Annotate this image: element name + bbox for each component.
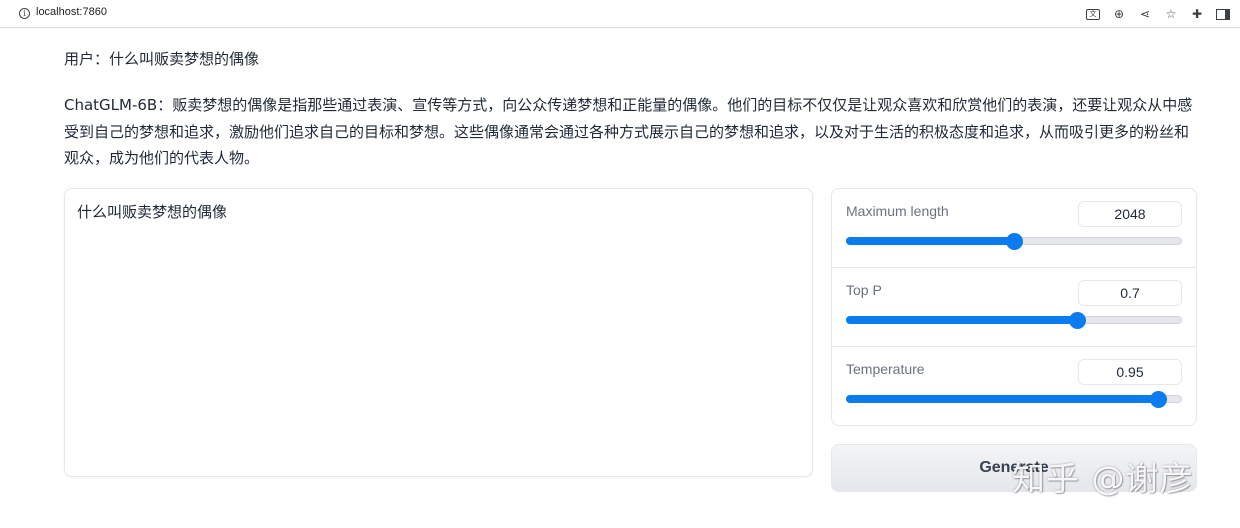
star-icon[interactable]: ☆ [1164, 5, 1178, 23]
slider-thumb[interactable] [1006, 233, 1023, 250]
sidepanel-icon[interactable] [1216, 8, 1230, 20]
slider-thumb[interactable] [1069, 312, 1087, 329]
top-p-value-input[interactable]: 0.7 [1078, 280, 1182, 306]
slider-temperature: Temperature 0.95 [832, 347, 1196, 425]
temperature-value-input[interactable]: 0.95 [1078, 359, 1182, 385]
max-length-slider[interactable] [846, 233, 1182, 250]
slider-max-length: Maximum length 2048 [832, 189, 1196, 268]
info-icon[interactable]: i [19, 8, 30, 19]
watermark: 知乎 @谢彦 [1012, 459, 1194, 498]
translate-icon[interactable]: 文 [1086, 8, 1100, 20]
slider-top-p: Top P 0.7 [832, 268, 1196, 347]
max-length-value-input[interactable]: 2048 [1078, 201, 1182, 227]
address-bar[interactable]: localhost:7860 [36, 6, 107, 18]
temperature-slider[interactable] [846, 391, 1182, 408]
top-p-slider[interactable] [846, 312, 1182, 329]
slider-label: Maximum length [846, 203, 949, 219]
slider-fill [846, 395, 1157, 403]
prompt-input[interactable]: 什么叫贩卖梦想的偶像 [64, 188, 813, 477]
slider-fill [846, 237, 1013, 245]
zoom-icon[interactable]: ⊕ [1112, 5, 1126, 23]
slider-label: Temperature [846, 361, 925, 377]
parameters-panel: Maximum length 2048 Top P 0.7 Temperatur… [831, 188, 1197, 426]
browser-toolbar: i localhost:7860 文 ⊕ ⋖ ☆ ✚ [0, 0, 1240, 28]
user-message: 用户：什么叫贩卖梦想的偶像 [64, 50, 260, 68]
slider-fill [846, 316, 1077, 324]
slider-thumb[interactable] [1149, 391, 1167, 408]
bot-message: ChatGLM-6B：贩卖梦想的偶像是指那些通过表演、宣传等方式，向公众传递梦想… [64, 96, 1193, 167]
browser-actions: 文 ⊕ ⋖ ☆ ✚ [1086, 5, 1230, 23]
share-icon[interactable]: ⋖ [1138, 5, 1152, 23]
slider-label: Top P [846, 282, 882, 298]
extensions-icon[interactable]: ✚ [1190, 5, 1204, 23]
